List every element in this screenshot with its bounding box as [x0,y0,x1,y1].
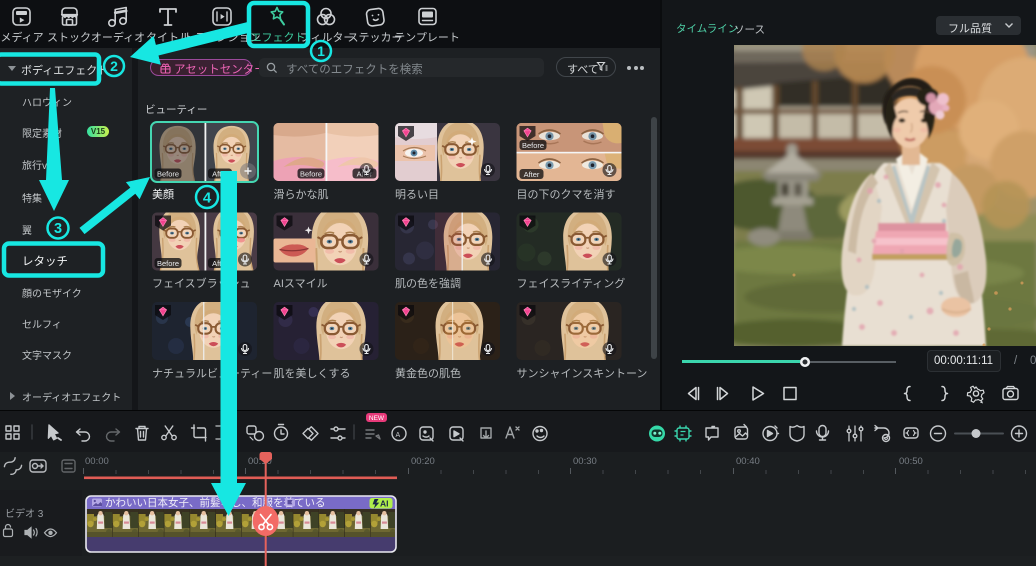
svg-text:00:20: 00:20 [411,456,435,467]
svg-text:A: A [396,432,401,439]
svg-text:フェイスライティング: フェイスライティング [517,276,626,290]
svg-text:サンシャインスキントーン: サンシャインスキントーン [517,367,648,380]
svg-text:00:00: 00:00 [85,456,109,467]
svg-text:フェイスブラッシュ: フェイスブラッシュ [152,276,251,290]
svg-text:ナチュラルビューティー: ナチュラルビューティー [152,367,272,380]
svg-text:明るい目: 明るい目 [395,188,439,201]
svg-text:テンプレート: テンプレート [394,31,460,44]
svg-text:ストック: ストック [47,31,91,44]
svg-text:NEW: NEW [369,415,385,422]
svg-text:AIスマイル: AIスマイル [274,278,328,290]
svg-text:ビデオ 3: ビデオ 3 [5,507,44,520]
svg-text:オーディオ: オーディオ [91,30,145,44]
svg-text:肌を美しくする: 肌を美しくする [274,367,351,380]
svg-text:00:40: 00:40 [736,456,760,467]
svg-text:00:50: 00:50 [899,456,923,467]
svg-text:フィルター: フィルター [300,31,355,44]
svg-text:美顔: 美顔 [152,187,174,201]
svg-text:エフェクト: エフェクト [251,31,306,44]
svg-text:目の下のクマを消す: 目の下のクマを消す [517,187,616,201]
svg-text:肌の色を強調: 肌の色を強調 [395,276,461,290]
svg-text:00:30: 00:30 [573,456,597,467]
svg-text:滑らかな肌: 滑らかな肌 [274,188,329,201]
svg-text:メディア: メディア [0,30,43,44]
svg-text:AI: AI [380,499,389,509]
svg-text:黄金色の肌色: 黄金色の肌色 [395,366,461,380]
svg-text:トランジション: トランジション [184,32,261,44]
